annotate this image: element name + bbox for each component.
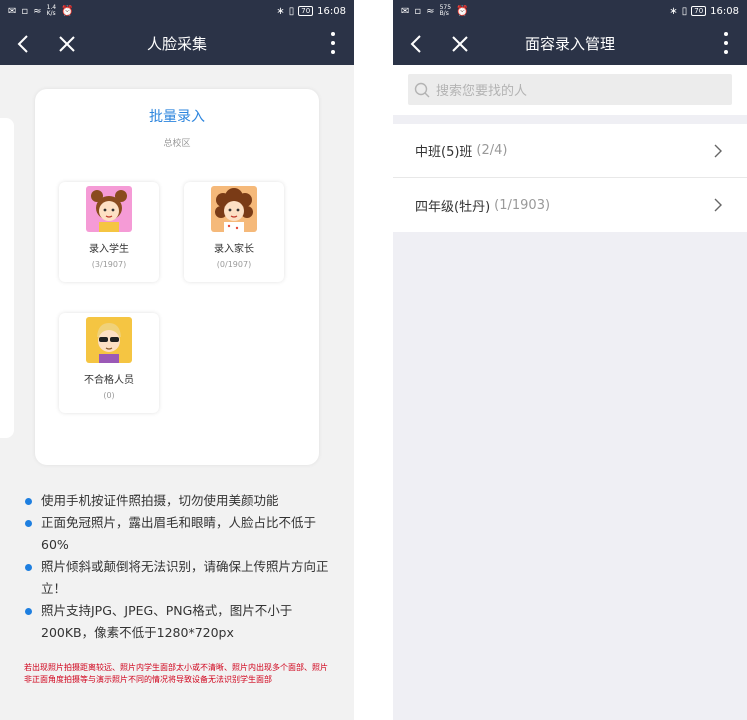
tip-text: 正面免冠照片，露出眉毛和眼睛，人脸占比不低于60%	[41, 515, 317, 552]
tip-text: 照片倾斜或颠倒将无法识别，请确保上传照片方向正立！	[41, 559, 329, 596]
bullet-dot	[25, 564, 32, 571]
bluetooth-icon: ∗	[276, 5, 285, 17]
unqualified-avatar-icon	[86, 317, 132, 363]
tip-text: 使用手机按证件照拍摄，切勿使用美颜功能	[41, 493, 279, 508]
class-name: 中班(5)班	[415, 145, 473, 160]
campus-name: 总校区	[163, 139, 191, 149]
close-button[interactable]	[56, 33, 78, 55]
tile-label: 录入家长	[214, 244, 254, 255]
class-count: (2/4)	[476, 143, 508, 158]
enter-parents-tile[interactable]: 录入家长 (0/1907)	[184, 182, 284, 282]
class-name: 四年级(牡丹)	[415, 199, 491, 215]
nav-bar: 人脸采集	[0, 22, 354, 65]
tile-count: (3/1907)	[91, 260, 127, 269]
face-entry-management-screen: ✉ ▫ ≈ 575 B/s ⏰ ∗ ▯ 70 16:08 面容录入管理 搜索您要找…	[393, 0, 747, 720]
back-button[interactable]	[12, 33, 34, 55]
warning-note: 若出现照片拍摄距离较远、照片内学生面部太小或不清晰、照片内出现多个面部、照片非正…	[24, 663, 328, 684]
student-avatar-icon	[86, 186, 132, 232]
wifi-icon: ≈	[426, 5, 435, 17]
more-dot	[724, 41, 728, 45]
tile-label: 不合格人员	[84, 375, 134, 386]
chevron-left-icon	[410, 34, 421, 53]
alarm-icon: ⏰	[456, 5, 469, 17]
card-title: 批量录入	[149, 109, 205, 125]
battery-icon: 70	[691, 6, 707, 16]
search-icon	[414, 82, 430, 97]
face-capture-screen: ✉ ▫ ≈ 1.4 K/s ⏰ ∗ ▯ 70 16:08 人脸采集 批量录入 总校…	[0, 0, 354, 720]
tip-item: 正面免冠照片，露出眉毛和眼睛，人脸占比不低于60%	[24, 512, 340, 556]
bullet-dot	[25, 608, 32, 615]
more-button[interactable]	[723, 32, 729, 54]
back-button[interactable]	[405, 33, 427, 55]
more-dot	[331, 41, 335, 45]
tip-item: 使用手机按证件照拍摄，切勿使用美颜功能	[24, 490, 340, 512]
chevron-right-icon	[711, 198, 725, 212]
message-icon: ✉	[8, 5, 17, 17]
status-bar: ✉ ▫ ≈ 1.4 K/s ⏰ ∗ ▯ 70 16:08	[0, 0, 354, 22]
class-count: (1/1903)	[494, 197, 551, 213]
speed-unit: K/s	[46, 10, 56, 17]
more-dot	[724, 32, 728, 36]
network-speed: 575 B/s	[440, 5, 451, 17]
tile-count: (0/1907)	[216, 260, 252, 269]
adjacent-card[interactable]	[0, 118, 14, 438]
battery-icon: 70	[298, 6, 314, 16]
close-icon	[59, 35, 75, 52]
chevron-right-icon	[711, 144, 725, 158]
tip-item: 照片支持JPG、JPEG、PNG格式，图片不小于200KB，像素不低于1280*…	[24, 600, 340, 644]
status-time: 16:08	[317, 5, 346, 17]
signal-icon: ▫	[21, 5, 29, 17]
list-item[interactable]: 中班(5)班 (2/4)	[393, 124, 747, 178]
search-bar: 搜索您要找的人	[393, 65, 747, 115]
page-title: 人脸采集	[146, 35, 207, 53]
nav-bar: 面容录入管理	[393, 22, 747, 65]
tip-text: 照片支持JPG、JPEG、PNG格式，图片不小于200KB，像素不低于1280*…	[41, 603, 293, 640]
bullet-dot	[25, 520, 32, 527]
vibrate-icon: ▯	[288, 5, 295, 17]
more-dot	[331, 50, 335, 54]
tip-item: 照片倾斜或颠倒将无法识别，请确保上传照片方向正立！	[24, 556, 340, 600]
more-button[interactable]	[330, 32, 336, 54]
tile-label: 录入学生	[89, 244, 129, 255]
vibrate-icon: ▯	[681, 5, 688, 17]
message-icon: ✉	[401, 5, 410, 17]
batch-entry-card: 批量录入 总校区 录入学生 (3/1907) 录入家长 (0/1907) 不合格…	[35, 89, 319, 465]
tips-list: 使用手机按证件照拍摄，切勿使用美颜功能 正面免冠照片，露出眉毛和眼睛，人脸占比不…	[24, 490, 340, 644]
page-title: 面容录入管理	[524, 35, 615, 53]
list-item[interactable]: 四年级(牡丹) (1/1903)	[393, 178, 747, 232]
close-button[interactable]	[449, 33, 471, 55]
enter-students-tile[interactable]: 录入学生 (3/1907)	[59, 182, 159, 282]
parent-avatar-icon	[211, 186, 257, 232]
more-dot	[331, 32, 335, 36]
speed-unit: B/s	[439, 10, 449, 17]
more-dot	[724, 50, 728, 54]
alarm-icon: ⏰	[61, 5, 74, 17]
bluetooth-icon: ∗	[669, 5, 678, 17]
bullet-dot	[25, 498, 32, 505]
search-input[interactable]: 搜索您要找的人	[408, 74, 732, 105]
network-speed: 1.4 K/s	[47, 5, 57, 17]
signal-icon: ▫	[414, 5, 422, 17]
unqualified-persons-tile[interactable]: 不合格人员 (0)	[59, 313, 159, 413]
chevron-left-icon	[17, 34, 28, 53]
tile-count: (0)	[103, 391, 115, 400]
class-list: 中班(5)班 (2/4) 四年级(牡丹) (1/1903)	[393, 124, 747, 232]
status-bar: ✉ ▫ ≈ 575 B/s ⏰ ∗ ▯ 70 16:08	[393, 0, 747, 22]
close-icon	[452, 35, 468, 52]
wifi-icon: ≈	[33, 5, 42, 17]
search-placeholder: 搜索您要找的人	[436, 84, 528, 99]
status-time: 16:08	[710, 5, 739, 17]
